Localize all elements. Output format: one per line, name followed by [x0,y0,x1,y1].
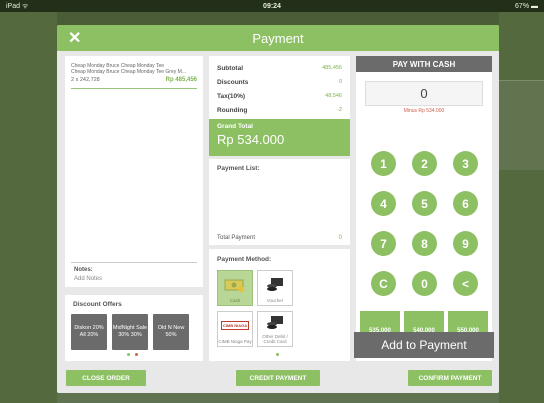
method-label: CIMB Niaga Pay [218,339,252,344]
key-8[interactable]: 8 [412,231,437,256]
payment-list-title: Payment List: [217,165,260,172]
item-divider [71,88,197,89]
pager-dot [135,353,138,356]
modal-title: Payment [252,30,304,46]
pager-dot [127,353,130,356]
confirm-payment-button[interactable]: CONFIRM PAYMENT [408,370,492,386]
background-right-panel [499,12,544,403]
cimb-logo-text: CIMB NIAGA [220,321,250,330]
summary-value: 48,546 [325,93,342,99]
key-6[interactable]: 6 [453,191,478,216]
add-to-payment-button[interactable]: Add to Payment [354,332,494,358]
key-0[interactable]: 0 [412,271,437,296]
method-card[interactable]: Other Debit / Credit Card [257,311,293,347]
key-backspace[interactable]: < [453,271,478,296]
summary-panel: Subtotal 485,456 Discounts 0 Tax(10%) 48… [209,56,350,119]
summary-row-rounding: Rounding -2 [217,103,342,117]
discount-panel: Discount Offers Diskon 20% All 20% MidNi… [65,295,203,361]
key-9[interactable]: 9 [453,231,478,256]
notes-input[interactable]: Add Notes [74,276,102,282]
key-clear[interactable]: C [371,271,396,296]
discount-offer-1[interactable]: Diskon 20% All 20% [71,314,107,350]
cimb-logo-icon: CIMB NIAGA [220,312,250,339]
grand-total-value: Rp 534.000 [217,132,285,147]
payment-modal: ✕ Payment Cheap Monday Bruce Cheap Monda… [57,25,499,393]
status-bar: iPad ᯤ 09:24 67% ▬ [0,0,544,12]
modal-header: ✕ Payment [57,25,499,51]
pager-dot [276,353,279,356]
cash-icon [224,271,246,298]
payment-method-title: Payment Method: [217,256,272,263]
method-label: Cash [229,298,241,303]
payment-list-panel: Payment List: Total Payment 0 [209,159,350,245]
total-payment-row: Total Payment 0 [217,235,342,241]
order-panel: Cheap Monday Bruce Cheap Monday Tee Chea… [65,56,203,287]
voucher-icon [265,271,285,298]
key-1[interactable]: 1 [371,151,396,176]
summary-row-tax: Tax(10%) 48,546 [217,89,342,103]
item-description: Cheap Monday Bruce Cheap Monday Tee Grey… [71,69,186,75]
discount-offer-3[interactable]: Old N New 50% [153,314,189,350]
close-icon[interactable]: ✕ [68,28,81,48]
method-cash[interactable]: Cash [217,270,253,306]
summary-row-discounts: Discounts 0 [217,75,342,89]
clock: 09:24 [263,2,281,10]
key-2[interactable]: 2 [412,151,437,176]
summary-value: -2 [337,107,342,113]
summary-row-subtotal: Subtotal 485,456 [217,61,342,75]
item-total: Rp 485,456 [165,77,197,83]
cash-panel: PAY WITH CASH 0 Minus Rp 534.000 1 2 3 4… [356,56,492,361]
summary-label: Tax(10%) [217,92,246,100]
order-item[interactable]: Cheap Monday Bruce Cheap Monday Tee Chea… [65,56,203,75]
discount-pager [127,353,138,356]
grand-total-label: Grand Total [217,123,253,130]
summary-label: Subtotal [217,64,243,72]
grand-total: Grand Total Rp 534.000 [209,119,350,156]
key-5[interactable]: 5 [412,191,437,216]
method-label: Voucher [266,298,284,303]
cash-title: PAY WITH CASH [356,56,492,72]
discount-offer-2[interactable]: MidNight Sale 30% 30% [112,314,148,350]
method-label: Other Debit / Credit Card [262,334,288,344]
item-qty: 2 x 242,728 [71,77,100,83]
credit-payment-button[interactable]: CREDIT PAYMENT [236,370,320,386]
method-cimb-niaga[interactable]: CIMB NIAGA CIMB Niaga Pay [217,311,253,347]
discount-title: Discount Offers [73,301,122,308]
total-payment-label: Total Payment [217,235,256,241]
notes-divider [71,262,197,263]
key-3[interactable]: 3 [453,151,478,176]
key-7[interactable]: 7 [371,231,396,256]
cash-amount-display[interactable]: 0 [365,81,483,106]
notes-label: Notes: [74,267,93,273]
summary-value: 485,456 [322,65,342,71]
total-payment-value: 0 [338,235,342,241]
method-voucher[interactable]: Voucher [257,270,293,306]
background-sidebar [0,12,57,403]
summary-value: 0 [338,79,342,85]
payment-method-panel: Payment Method: Cash Voucher CIMB NIAGA … [209,249,350,361]
summary-label: Discounts [217,78,249,86]
item-qty-line: 2 x 242,728 Rp 485,456 [65,75,203,83]
method-pager [276,353,279,356]
background-list [499,80,544,170]
close-order-button[interactable]: CLOSE ORDER [66,370,146,386]
cash-minus-text: Minus Rp 534.000 [403,108,445,114]
summary-label: Rounding [217,106,248,114]
key-4[interactable]: 4 [371,191,396,216]
card-icon [265,312,285,334]
